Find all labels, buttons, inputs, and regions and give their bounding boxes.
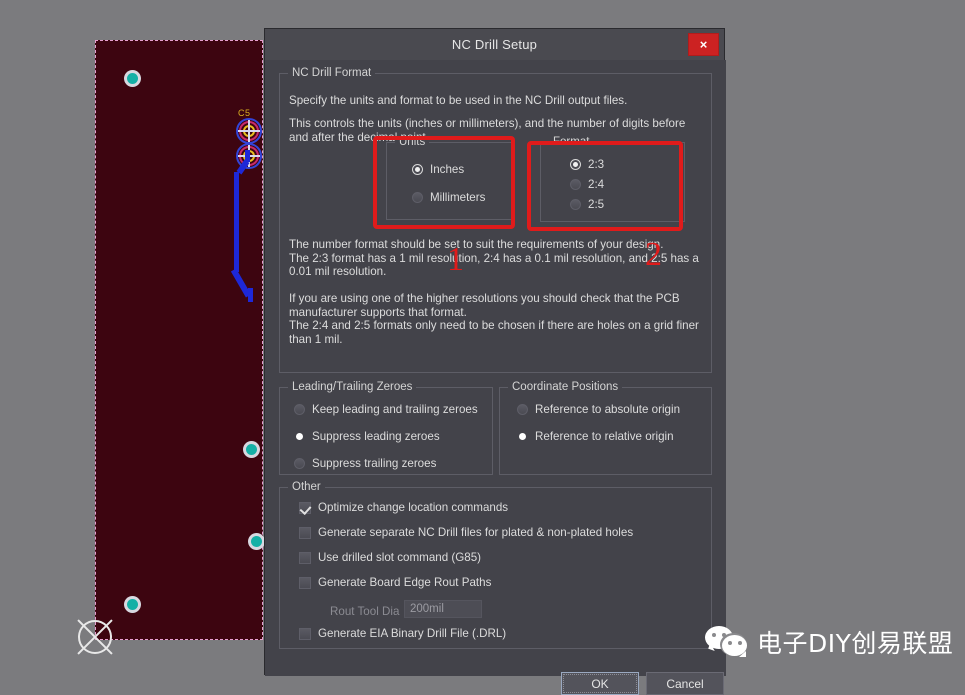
pcb-via (124, 70, 141, 87)
checkbox-optimize-change-location-commands[interactable]: Optimize change location commands (299, 501, 508, 514)
radio-suppress-trailing-zeroes[interactable]: Suppress trailing zeroes (294, 457, 436, 470)
checkbox-generate-eia-binary-drill-file[interactable]: Generate EIA Binary Drill File (.DRL) (299, 627, 506, 640)
pcb-via (124, 596, 141, 613)
radio-indicator (412, 192, 423, 203)
format-description-1: Specify the units and format to be used … (289, 94, 628, 107)
radio-suppress-leading-zeroes[interactable]: Suppress leading zeroes (294, 430, 440, 443)
radio-label: Keep leading and trailing zeroes (312, 403, 478, 416)
checkbox-generate-separate-nc-drill-files[interactable]: Generate separate NC Drill files for pla… (299, 526, 633, 539)
radio-label: Suppress trailing zeroes (312, 457, 437, 470)
radio-reference-relative-origin[interactable]: Reference to relative origin (517, 430, 674, 443)
format-description-2: This controls the units (inches or milli… (289, 117, 686, 144)
radio-indicator (294, 404, 305, 415)
radio-indicator (294, 431, 305, 442)
other-group: Other Optimize change location commands … (279, 481, 712, 649)
radio-indicator (294, 458, 305, 469)
radio-indicator (412, 164, 423, 175)
coordinate-positions-group: Coordinate Positions Reference to absolu… (499, 381, 712, 475)
checkbox-label: Use drilled slot command (G85) (318, 551, 482, 564)
radio-label: 2:4 (588, 178, 605, 191)
pcb-component-designator: C5 (238, 108, 251, 118)
radio-label: Millimeters (430, 191, 486, 204)
pcb-via (243, 441, 260, 458)
other-legend: Other (288, 481, 325, 493)
coordinate-positions-legend: Coordinate Positions (508, 381, 623, 393)
radio-indicator (517, 431, 528, 442)
checkbox-label: Generate separate NC Drill files for pla… (318, 526, 634, 539)
radio-units-millimeters[interactable]: Millimeters (412, 191, 485, 204)
rout-tool-dia-input[interactable]: 200mil (404, 600, 482, 618)
watermark-text: 电子DIY创易联盟 (757, 629, 954, 658)
dialog-body: NC Drill Format Specify the units and fo… (265, 60, 726, 695)
rout-tool-dia-label: Rout Tool Dia (330, 605, 400, 618)
wechat-icon (705, 625, 749, 659)
pcb-pad (236, 118, 262, 144)
relative-origin-marker (72, 614, 118, 660)
radio-label: Inches (430, 163, 465, 176)
radio-label: 2:3 (588, 158, 605, 171)
checkbox-indicator (299, 526, 311, 539)
radio-indicator (570, 159, 581, 170)
format-legend: Format (549, 136, 594, 148)
radio-reference-absolute-origin[interactable]: Reference to absolute origin (517, 403, 680, 416)
cancel-button[interactable]: Cancel (646, 672, 724, 695)
leading-trailing-zeroes-legend: Leading/Trailing Zeroes (288, 381, 417, 393)
radio-units-inches[interactable]: Inches (412, 163, 464, 176)
radio-format-2-4[interactable]: 2:4 (570, 178, 604, 191)
nc-drill-setup-dialog: NC Drill Setup × NC Drill Format Specify… (264, 28, 726, 695)
radio-label: Reference to relative origin (535, 430, 674, 443)
checkbox-indicator (299, 551, 311, 564)
checkbox-generate-board-edge-rout-paths[interactable]: Generate Board Edge Rout Paths (299, 576, 491, 589)
radio-keep-leading-trailing-zeroes[interactable]: Keep leading and trailing zeroes (294, 403, 478, 416)
radio-format-2-3[interactable]: 2:3 (570, 158, 604, 171)
radio-label: 2:5 (588, 198, 605, 211)
radio-label: Suppress leading zeroes (312, 430, 440, 443)
radio-indicator (570, 179, 581, 190)
checkbox-label: Generate EIA Binary Drill File (.DRL) (318, 627, 507, 640)
checkbox-indicator (299, 627, 311, 640)
checkbox-label: Generate Board Edge Rout Paths (318, 576, 492, 589)
pcb-trace (234, 172, 239, 272)
units-legend: Units (395, 136, 430, 148)
format-group: Format 2:3 2:4 2:5 (540, 136, 685, 222)
units-group: Units Inches Millimeters (386, 136, 512, 220)
checkbox-label: Optimize change location commands (318, 501, 509, 514)
radio-indicator (570, 199, 581, 210)
radio-format-2-5[interactable]: 2:5 (570, 198, 604, 211)
pcb-trace (248, 288, 253, 302)
radio-label: Reference to absolute origin (535, 403, 681, 416)
leading-trailing-zeroes-group: Leading/Trailing Zeroes Keep leading and… (279, 381, 493, 475)
watermark: 电子DIY创易联盟 (705, 624, 953, 660)
close-icon[interactable]: × (688, 33, 719, 56)
radio-indicator (517, 404, 528, 415)
checkbox-use-drilled-slot-command[interactable]: Use drilled slot command (G85) (299, 551, 481, 564)
pcb-via (248, 533, 265, 550)
format-description-3: The number format should be set to suit … (289, 238, 699, 278)
format-description-4: If you are using one of the higher resol… (289, 292, 699, 346)
checkbox-indicator (299, 576, 311, 589)
checkbox-indicator (299, 501, 311, 514)
dialog-titlebar[interactable]: NC Drill Setup × (265, 29, 724, 61)
dialog-title: NC Drill Setup (451, 37, 538, 52)
ok-button[interactable]: OK (561, 672, 639, 695)
nc-drill-format-legend: NC Drill Format (288, 67, 376, 79)
